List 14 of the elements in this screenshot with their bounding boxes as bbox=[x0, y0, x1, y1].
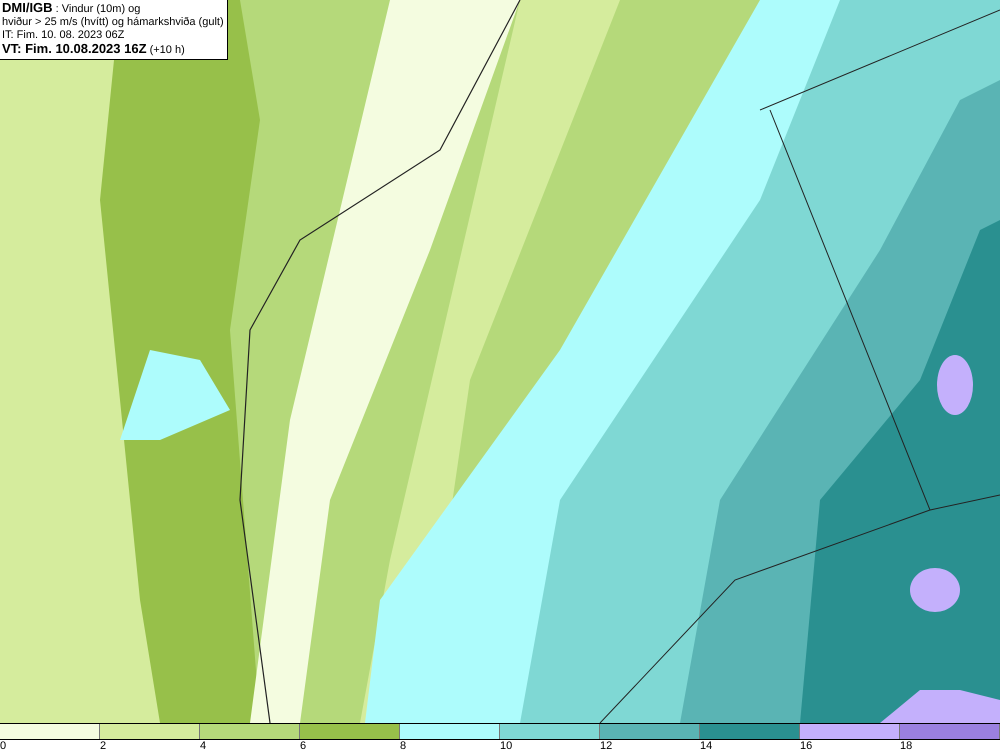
legend-label: 0 bbox=[0, 740, 6, 752]
subtitle-text: hviður > 25 m/s (hvítt) og hámarkshviða (gult) bbox=[2, 16, 224, 29]
legend-label: 10 bbox=[500, 740, 512, 752]
legend-label: 6 bbox=[300, 740, 306, 752]
legend-label: 18 bbox=[900, 740, 912, 752]
title-text: DMI/IGB : Vindur (10m) og bbox=[2, 1, 142, 16]
initial-time-text: IT: Fim. 10. 08. 2023 06Z bbox=[2, 29, 126, 42]
legend-label: 8 bbox=[400, 740, 406, 752]
valid-time-text: VT: Fim. 10.08.2023 16Z (+10 h) bbox=[2, 42, 186, 57]
legend-label: 16 bbox=[800, 740, 812, 752]
legend-label: 12 bbox=[600, 740, 612, 752]
legend-label: 4 bbox=[200, 740, 206, 752]
legend-label: 2 bbox=[100, 740, 106, 752]
legend-label: 14 bbox=[700, 740, 712, 752]
